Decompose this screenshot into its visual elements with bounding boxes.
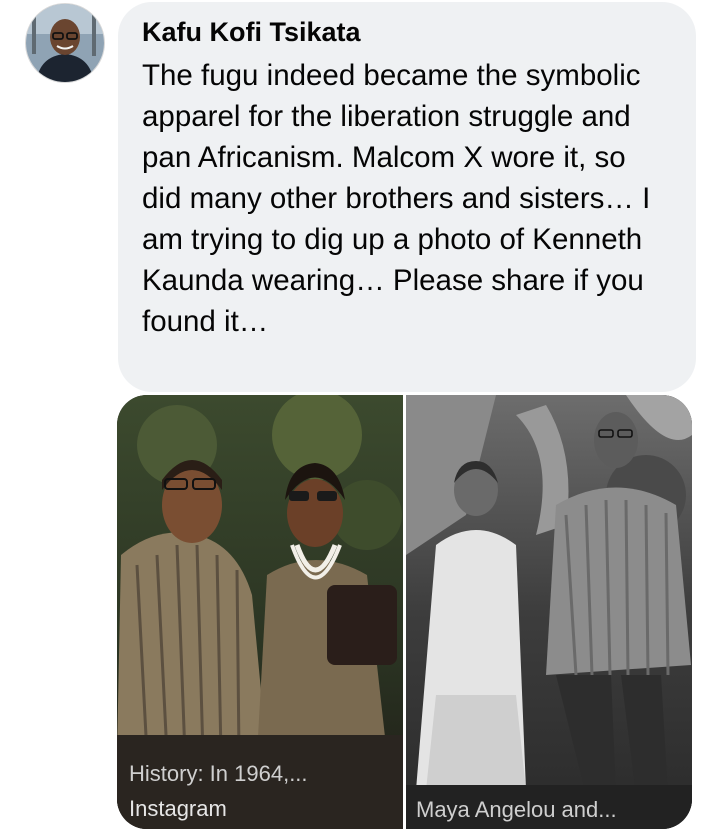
comment-text: The fugu indeed became the symbolic appa… — [142, 59, 651, 338]
avatar-photo — [26, 4, 104, 82]
attachment-photo-2 — [406, 395, 692, 829]
attachment-title-1: History: In 1964,... — [129, 761, 308, 786]
image-attachment-2[interactable]: Maya Angelou and... — [406, 395, 692, 829]
comment-bubble: Kafu Kofi Tsikata The fugu indeed became… — [118, 2, 696, 392]
attachment-source-1: Instagram — [129, 796, 227, 821]
comment-author-name[interactable]: Kafu Kofi Tsikata — [142, 15, 672, 49]
attachment-title-2: Maya Angelou and... — [416, 797, 617, 822]
commenter-avatar[interactable] — [26, 4, 104, 82]
image-attachment-1[interactable]: History: In 1964,... Instagram — [117, 395, 403, 829]
